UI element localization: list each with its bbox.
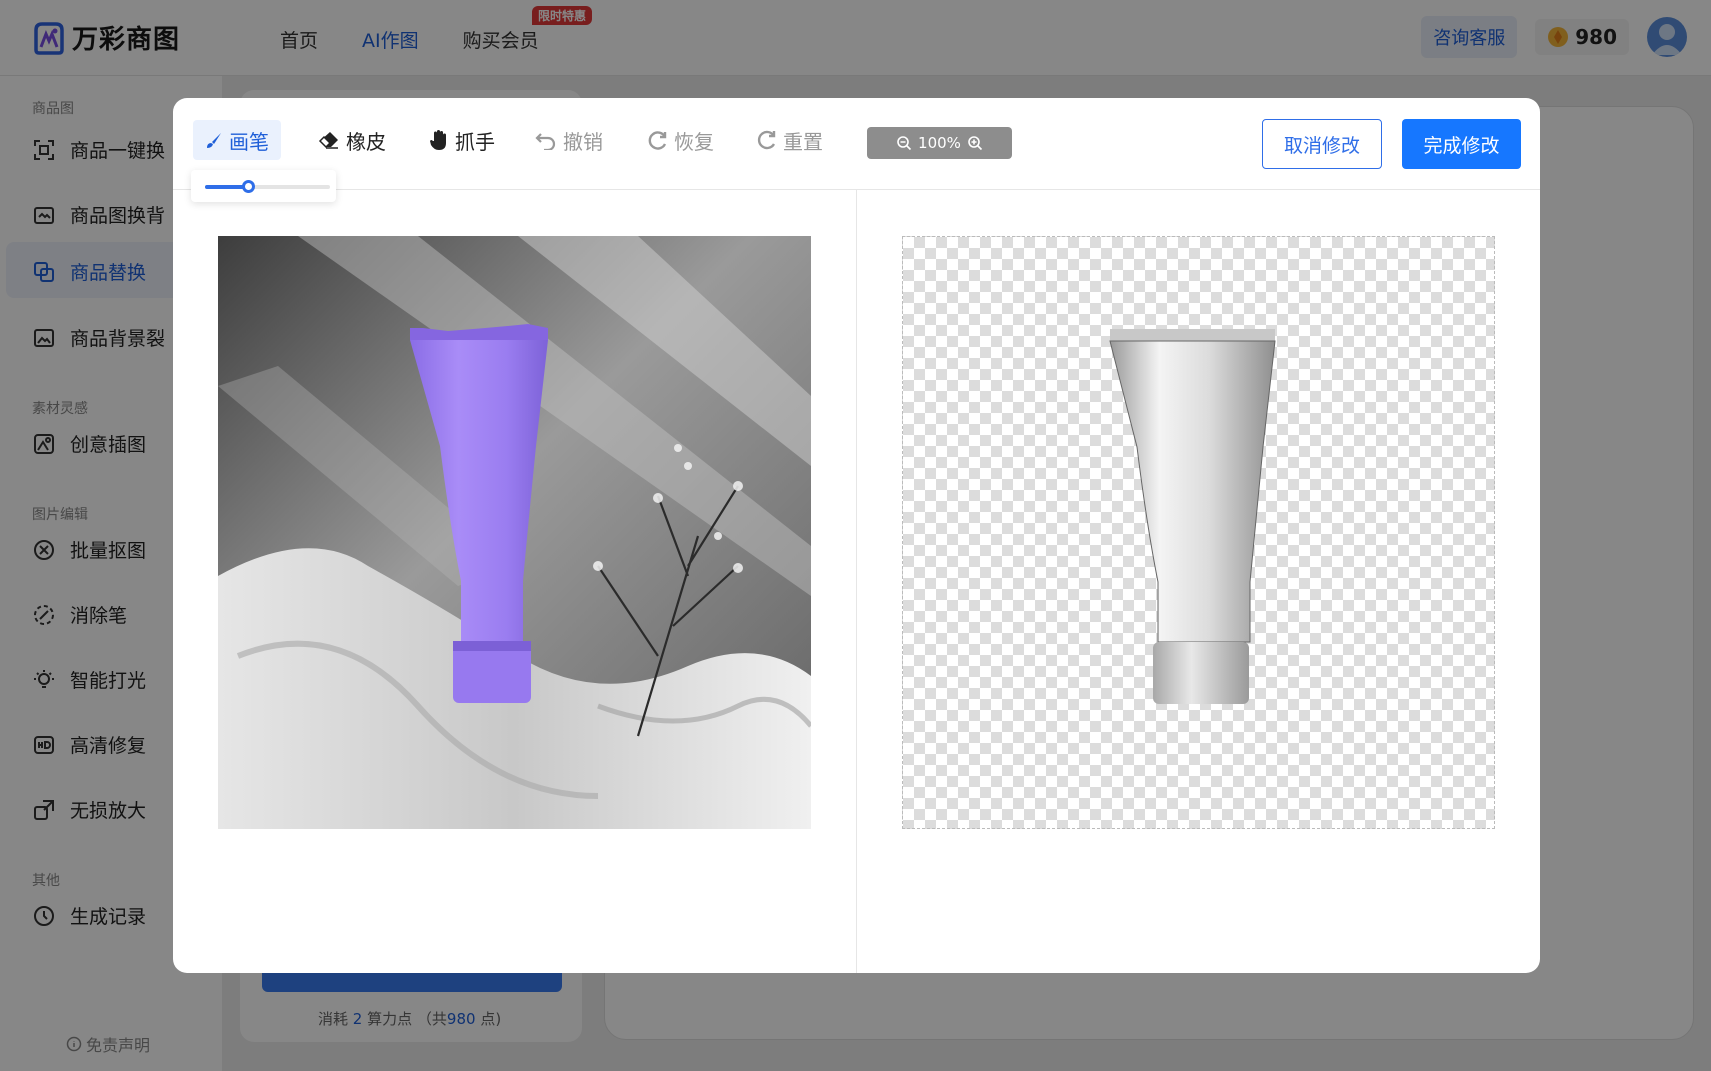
- brush-icon: [207, 133, 221, 148]
- zoom-out-icon[interactable]: [896, 135, 912, 151]
- redo-icon: [648, 131, 667, 150]
- tool-undo[interactable]: 撤销: [535, 120, 603, 160]
- cutout-preview: [1109, 329, 1276, 704]
- edit-mask-modal: 画笔 橡皮 抓手 撤销 恢复 重置 100% 取消修改 完成修改: [173, 98, 1540, 973]
- finish-edit-button[interactable]: 完成修改: [1402, 119, 1521, 169]
- brush-size-slider[interactable]: [205, 180, 330, 193]
- zoom-in-icon[interactable]: [967, 135, 983, 151]
- mask-canvas[interactable]: [218, 236, 811, 829]
- tool-reset[interactable]: 重置: [757, 120, 823, 160]
- hand-icon: [430, 130, 446, 150]
- zoom-level: 100%: [918, 134, 961, 152]
- preview-canvas: [902, 236, 1495, 829]
- reset-icon: [757, 130, 776, 150]
- undo-icon: [535, 133, 556, 150]
- tool-eraser[interactable]: 橡皮: [318, 120, 386, 160]
- brush-size-popover: [191, 170, 336, 202]
- tool-hand[interactable]: 抓手: [429, 120, 495, 160]
- editor-toolbar: 画笔 橡皮 抓手 撤销 恢复 重置 100% 取消修改 完成修改: [173, 98, 1540, 190]
- zoom-control: 100%: [867, 127, 1012, 159]
- source-image: [218, 236, 811, 829]
- tool-brush[interactable]: 画笔: [193, 120, 281, 160]
- eraser-icon: [318, 132, 338, 149]
- tool-redo[interactable]: 恢复: [648, 120, 714, 160]
- slider-handle[interactable]: [241, 180, 255, 193]
- panel-divider: [856, 190, 857, 973]
- cancel-edit-button[interactable]: 取消修改: [1262, 119, 1382, 169]
